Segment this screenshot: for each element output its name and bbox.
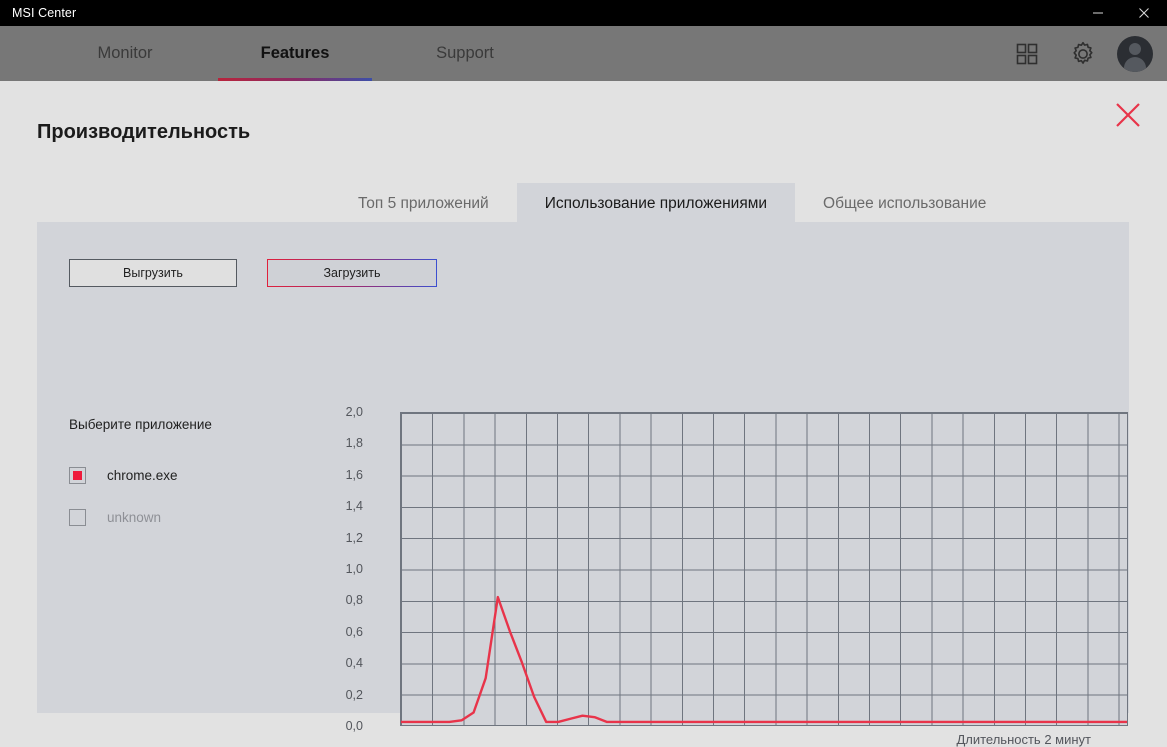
export-button-label: Выгрузить bbox=[123, 266, 183, 280]
chart-y-tick: 1,4 bbox=[346, 499, 363, 513]
tab-label: Топ 5 приложений bbox=[358, 195, 489, 213]
chart-y-tick: 0,4 bbox=[346, 656, 363, 670]
nav-tab-monitor[interactable]: Monitor bbox=[40, 26, 210, 81]
select-app-label: Выберите приложение bbox=[69, 417, 212, 432]
page-close-button[interactable] bbox=[1109, 96, 1147, 134]
section-tabs: Топ 5 приложений Использование приложени… bbox=[330, 183, 1014, 224]
import-button[interactable]: Загрузить bbox=[267, 259, 437, 287]
chart-y-tick: 0,0 bbox=[346, 719, 363, 733]
chart-y-tick: 0,6 bbox=[346, 625, 363, 639]
apps-grid-icon bbox=[1015, 42, 1039, 66]
main-nav-tabs: Monitor Features Support bbox=[40, 26, 550, 81]
gear-icon bbox=[1070, 41, 1096, 67]
export-button[interactable]: Выгрузить bbox=[69, 259, 237, 287]
window-controls bbox=[1075, 0, 1167, 26]
chart-y-tick: 0,8 bbox=[346, 593, 363, 607]
app-label: chrome.exe bbox=[107, 468, 178, 483]
settings-button[interactable] bbox=[1055, 26, 1111, 81]
nav-tab-label: Features bbox=[261, 44, 330, 63]
avatar[interactable] bbox=[1117, 36, 1153, 72]
panel-toolbar: Выгрузить Загрузить bbox=[69, 259, 437, 287]
app-checkbox-list: chrome.exe unknown bbox=[69, 464, 178, 548]
chart-y-axis: 0,00,20,40,60,81,01,21,41,61,82,0 bbox=[325, 412, 363, 726]
page-content: Производительность Топ 5 приложений Испо… bbox=[0, 81, 1167, 713]
apps-grid-button[interactable] bbox=[999, 26, 1055, 81]
nav-tab-features[interactable]: Features bbox=[210, 26, 380, 81]
avatar-head-icon bbox=[1129, 43, 1141, 55]
chart-series-chrome bbox=[401, 413, 1127, 725]
tab-label: Общее использование bbox=[823, 195, 986, 213]
tab-label: Использование приложениями bbox=[545, 195, 767, 213]
close-icon bbox=[1138, 7, 1150, 19]
nav-tab-label: Monitor bbox=[97, 44, 152, 63]
title-bar: MSI Center bbox=[0, 0, 1167, 26]
tab-app-usage[interactable]: Использование приложениями bbox=[517, 183, 795, 224]
page-title: Производительность bbox=[37, 121, 250, 144]
chart-y-tick: 1,0 bbox=[346, 562, 363, 576]
main-navbar: Monitor Features Support bbox=[0, 26, 1167, 81]
app-checkbox-chrome[interactable] bbox=[69, 467, 86, 484]
nav-tab-support[interactable]: Support bbox=[380, 26, 550, 81]
chart-plot-area bbox=[400, 412, 1128, 726]
usage-chart: 0,00,20,40,60,81,01,21,41,61,82,0 Длител… bbox=[325, 412, 1095, 707]
minimize-button[interactable] bbox=[1075, 0, 1121, 26]
window-close-button[interactable] bbox=[1121, 0, 1167, 26]
tab-top-5-apps[interactable]: Топ 5 приложений bbox=[330, 183, 517, 224]
app-checkbox-unknown[interactable] bbox=[69, 509, 86, 526]
chart-y-tick: 0,2 bbox=[346, 688, 363, 702]
navbar-actions bbox=[999, 26, 1167, 81]
avatar-body-icon bbox=[1124, 57, 1146, 72]
chart-y-tick: 2,0 bbox=[346, 405, 363, 419]
import-button-label: Загрузить bbox=[268, 260, 436, 286]
chart-y-tick: 1,8 bbox=[346, 436, 363, 450]
chart-y-tick: 1,2 bbox=[346, 531, 363, 545]
chart-y-tick: 1,6 bbox=[346, 468, 363, 482]
chart-duration-label: Длительность 2 минут bbox=[925, 732, 1091, 747]
close-icon bbox=[1113, 100, 1143, 130]
app-usage-panel: Выгрузить Загрузить Выберите приложение … bbox=[37, 222, 1129, 713]
minimize-icon bbox=[1092, 7, 1104, 19]
tab-overall-usage[interactable]: Общее использование bbox=[795, 183, 1014, 224]
nav-tab-label: Support bbox=[436, 44, 494, 63]
checkbox-check-icon bbox=[73, 471, 82, 480]
app-list-item-chrome[interactable]: chrome.exe bbox=[69, 464, 178, 486]
app-label: unknown bbox=[107, 510, 161, 525]
app-list-item-unknown[interactable]: unknown bbox=[69, 506, 178, 528]
window-title: MSI Center bbox=[12, 6, 76, 20]
